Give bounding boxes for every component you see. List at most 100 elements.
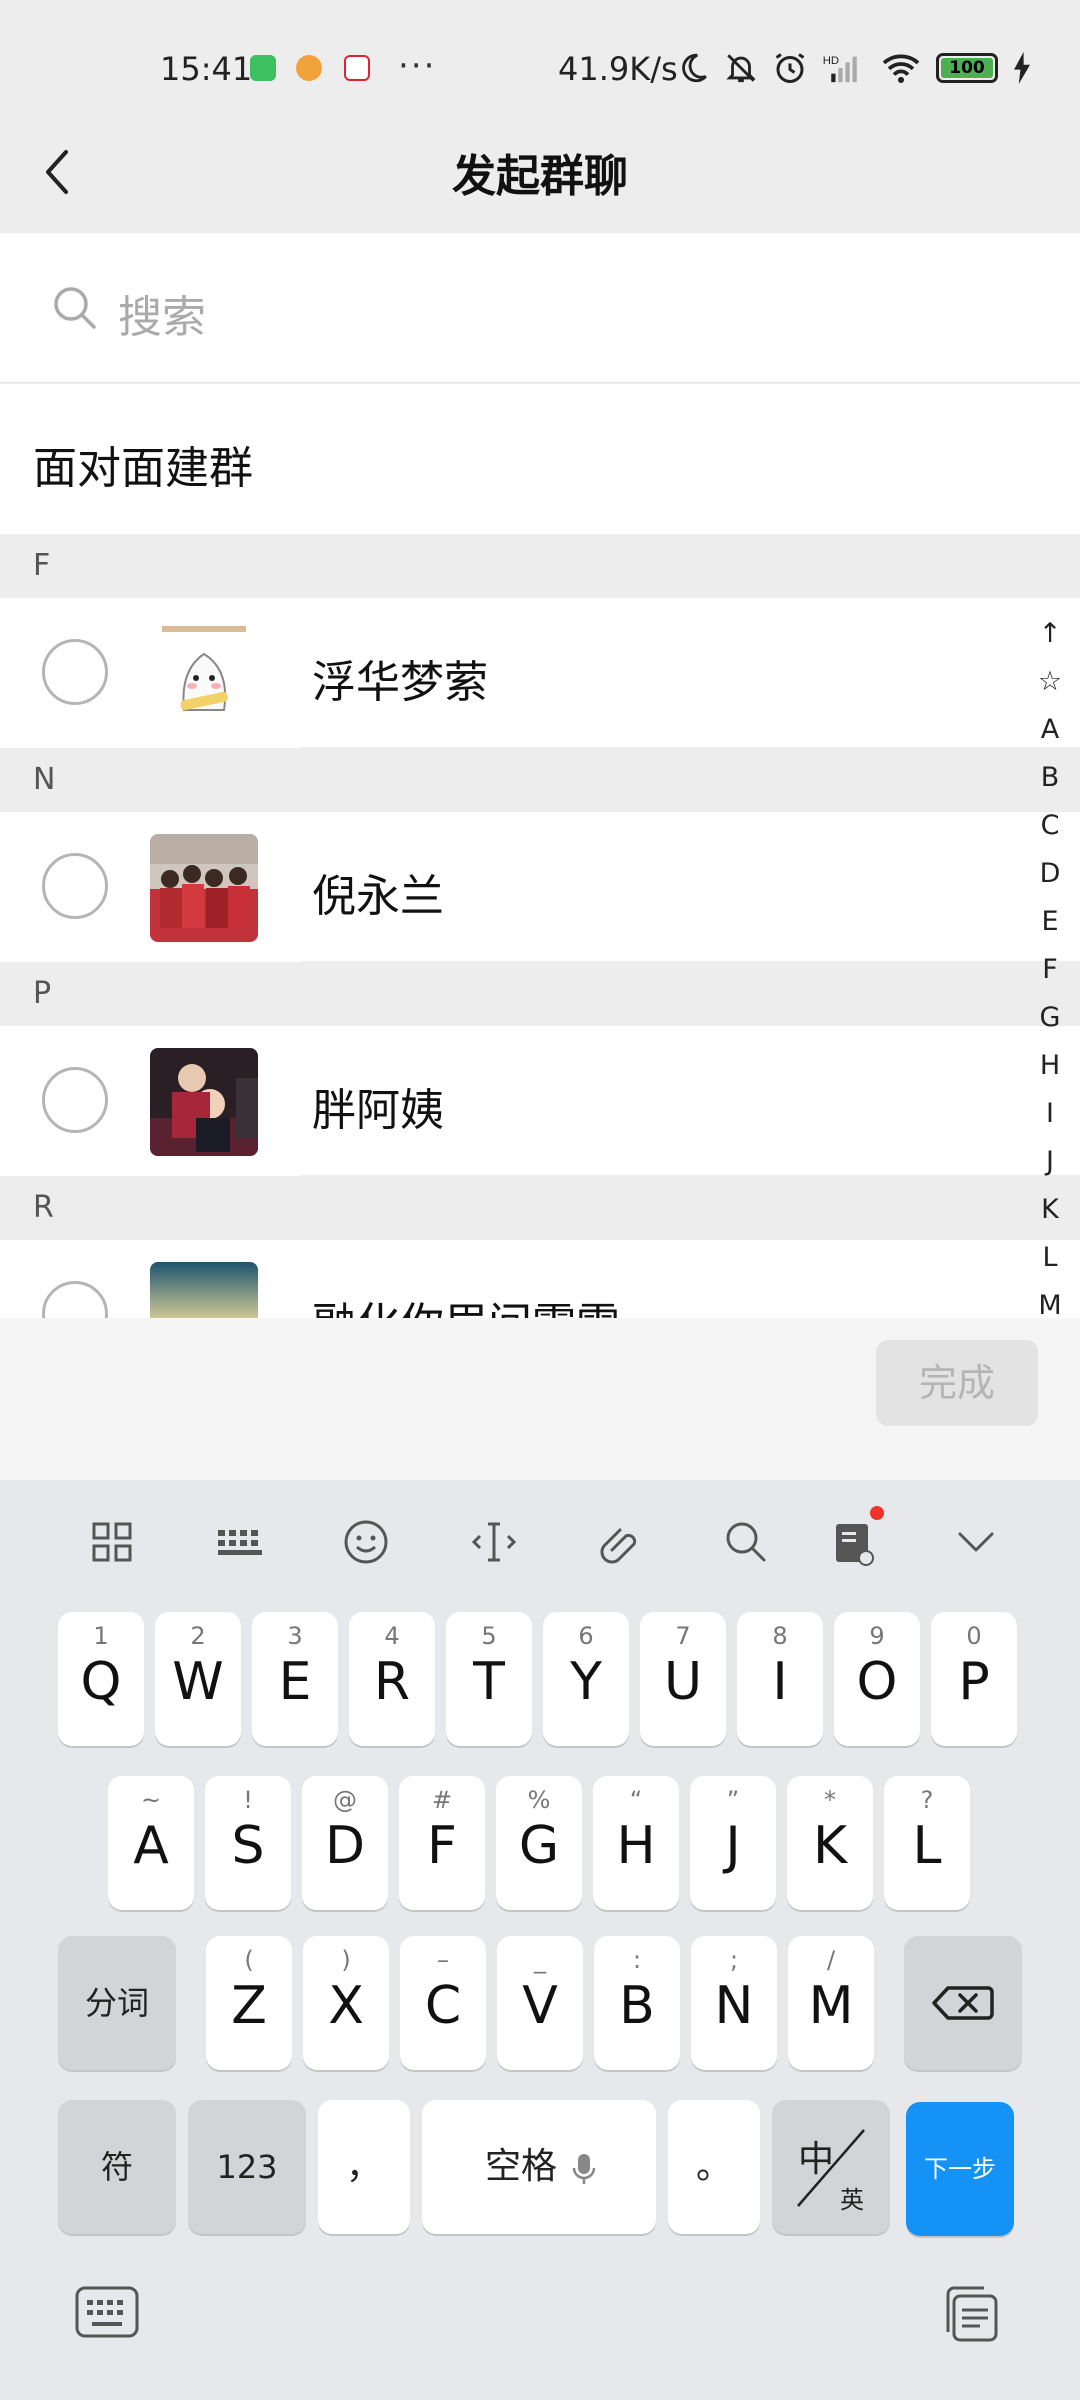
index-letter[interactable]: B (1041, 754, 1060, 802)
index-letter[interactable]: K (1041, 1186, 1059, 1234)
select-radio[interactable] (42, 639, 108, 705)
key-letter: B (619, 1976, 655, 2036)
key-e[interactable]: 3E (252, 1612, 338, 1746)
key-hint: ( (244, 1946, 254, 1974)
key-s[interactable]: ! S (205, 1776, 291, 1910)
key-j[interactable]: ” J (690, 1776, 776, 1910)
key-letter: W (172, 1652, 224, 1712)
contact-row[interactable]: 浮华梦萦 (0, 598, 1080, 748)
contact-name: 胖阿姨 (312, 1085, 444, 1136)
alphabet-index-bar[interactable]: ↑ ☆ A B C D E F G H I J K L M (1020, 610, 1080, 1321)
index-letter[interactable]: C (1041, 802, 1060, 850)
key-letter: D (324, 1816, 366, 1876)
key-u[interactable]: 7U (640, 1612, 726, 1746)
search-input[interactable]: 搜索 (118, 281, 206, 345)
svg-text:HD: HD (823, 55, 839, 67)
next-key-label: 下一步 (924, 2155, 996, 2183)
book-icon[interactable] (822, 1506, 884, 1572)
key-f[interactable]: # F (399, 1776, 485, 1910)
key-letter: E (278, 1652, 312, 1712)
index-letter[interactable]: G (1040, 994, 1061, 1042)
more-notifications: ··· (398, 46, 437, 86)
index-letter[interactable]: ☆ (1038, 658, 1062, 706)
index-letter[interactable]: H (1040, 1042, 1060, 1090)
key-hint: ; (729, 1946, 739, 1974)
next-key[interactable]: 下一步 (906, 2102, 1014, 2236)
backspace-icon (932, 1986, 994, 2020)
period-key[interactable]: 。 (668, 2100, 760, 2234)
search-icon[interactable] (716, 1512, 776, 1572)
key-hint: ! (243, 1786, 253, 1814)
ghost-sticker-avatar (150, 620, 258, 728)
index-letter[interactable]: D (1040, 850, 1061, 898)
key-x[interactable]: ) X (303, 1936, 389, 2070)
section-header-p: P (0, 962, 1080, 1026)
key-letter: Y (570, 1652, 602, 1712)
select-radio[interactable] (42, 1067, 108, 1133)
key-hint: @ (333, 1786, 357, 1814)
section-letter: N (33, 762, 56, 797)
index-letter[interactable]: F (1042, 946, 1058, 994)
language-switch-key[interactable]: 中英 (772, 2100, 890, 2234)
kids-photo-avatar (150, 1048, 258, 1156)
key-m[interactable]: / M (788, 1936, 874, 2070)
key-w[interactable]: 2W (155, 1612, 241, 1746)
key-l[interactable]: ? L (884, 1776, 970, 1910)
key-z[interactable]: (Z (206, 1936, 292, 2070)
key-q[interactable]: 1Q (58, 1612, 144, 1746)
select-radio[interactable] (42, 1281, 108, 1318)
key-n[interactable]: ; N (691, 1936, 777, 2070)
index-letter[interactable]: ↑ (1039, 610, 1062, 658)
key-hint: ~ (140, 1786, 162, 1814)
soft-keyboard: 1 Q 2 W 3 E 4 R 5 T 6 Y 7 U 8 I 9 O 0 P ~ A! S @ D # F% G “H” J * K? L 分词… (0, 1480, 1080, 2400)
symbols-key[interactable]: 符 (58, 2100, 176, 2234)
key-i[interactable]: 8I (737, 1612, 823, 1746)
index-letter[interactable]: A (1041, 706, 1059, 754)
key-y[interactable]: 6Y (543, 1612, 629, 1746)
key-v[interactable]: _ V (497, 1936, 583, 2070)
key-h[interactable]: “H (593, 1776, 679, 1910)
key-p[interactable]: 0P (931, 1612, 1017, 1746)
key-letter: S (231, 1816, 265, 1876)
clipboard-icon[interactable] (940, 2282, 1004, 2346)
search-bar[interactable]: 搜索 (0, 233, 1080, 383)
index-letter[interactable]: E (1041, 898, 1058, 946)
key-o[interactable]: 9O (834, 1612, 920, 1746)
cursor-icon[interactable] (464, 1512, 524, 1572)
collapse-icon[interactable] (946, 1512, 1006, 1572)
clip-icon[interactable] (590, 1512, 650, 1572)
key-b[interactable]: :B (594, 1936, 680, 2070)
contact-row[interactable]: 胖阿姨 (0, 1026, 1080, 1176)
backspace-key[interactable] (904, 1936, 1022, 2070)
grid-icon[interactable] (82, 1512, 142, 1572)
done-button[interactable]: 完成 (876, 1340, 1038, 1426)
key-letter: L (912, 1816, 942, 1876)
key-c[interactable]: – C (400, 1936, 486, 2070)
key-r[interactable]: 4R (349, 1612, 435, 1746)
index-letter[interactable]: L (1042, 1234, 1057, 1282)
action-bar: 完成 (0, 1318, 1080, 1480)
key-letter: J (725, 1816, 741, 1876)
keyboard-switch-icon[interactable] (74, 2282, 140, 2342)
key-a[interactable]: ~ A (108, 1776, 194, 1910)
select-radio[interactable] (42, 853, 108, 919)
keyboard-layout-icon[interactable] (210, 1512, 270, 1572)
key-k[interactable]: * K (787, 1776, 873, 1910)
section-letter: R (33, 1190, 54, 1225)
face-to-face-group-item[interactable]: 面对面建群 (0, 384, 1080, 534)
index-letter[interactable]: J (1046, 1138, 1054, 1186)
key-hint: ) (341, 1946, 351, 1974)
space-key[interactable]: 空格 (422, 2100, 656, 2234)
key-g[interactable]: % G (496, 1776, 582, 1910)
key-d[interactable]: @ D (302, 1776, 388, 1910)
key-hint: # (431, 1786, 453, 1814)
emoji-icon[interactable] (336, 1512, 396, 1572)
numbers-key[interactable]: 123 (188, 2100, 306, 2234)
contact-row[interactable]: 倪永兰 (0, 812, 1080, 962)
comma-key[interactable]: ， (318, 2100, 410, 2234)
segment-key[interactable]: 分词 (58, 1936, 176, 2070)
key-t[interactable]: 5T (446, 1612, 532, 1746)
key-hint: ” (726, 1786, 740, 1814)
contact-row[interactable]: 融化你眉间霜雪 (0, 1240, 1080, 1318)
index-letter[interactable]: I (1046, 1090, 1054, 1138)
